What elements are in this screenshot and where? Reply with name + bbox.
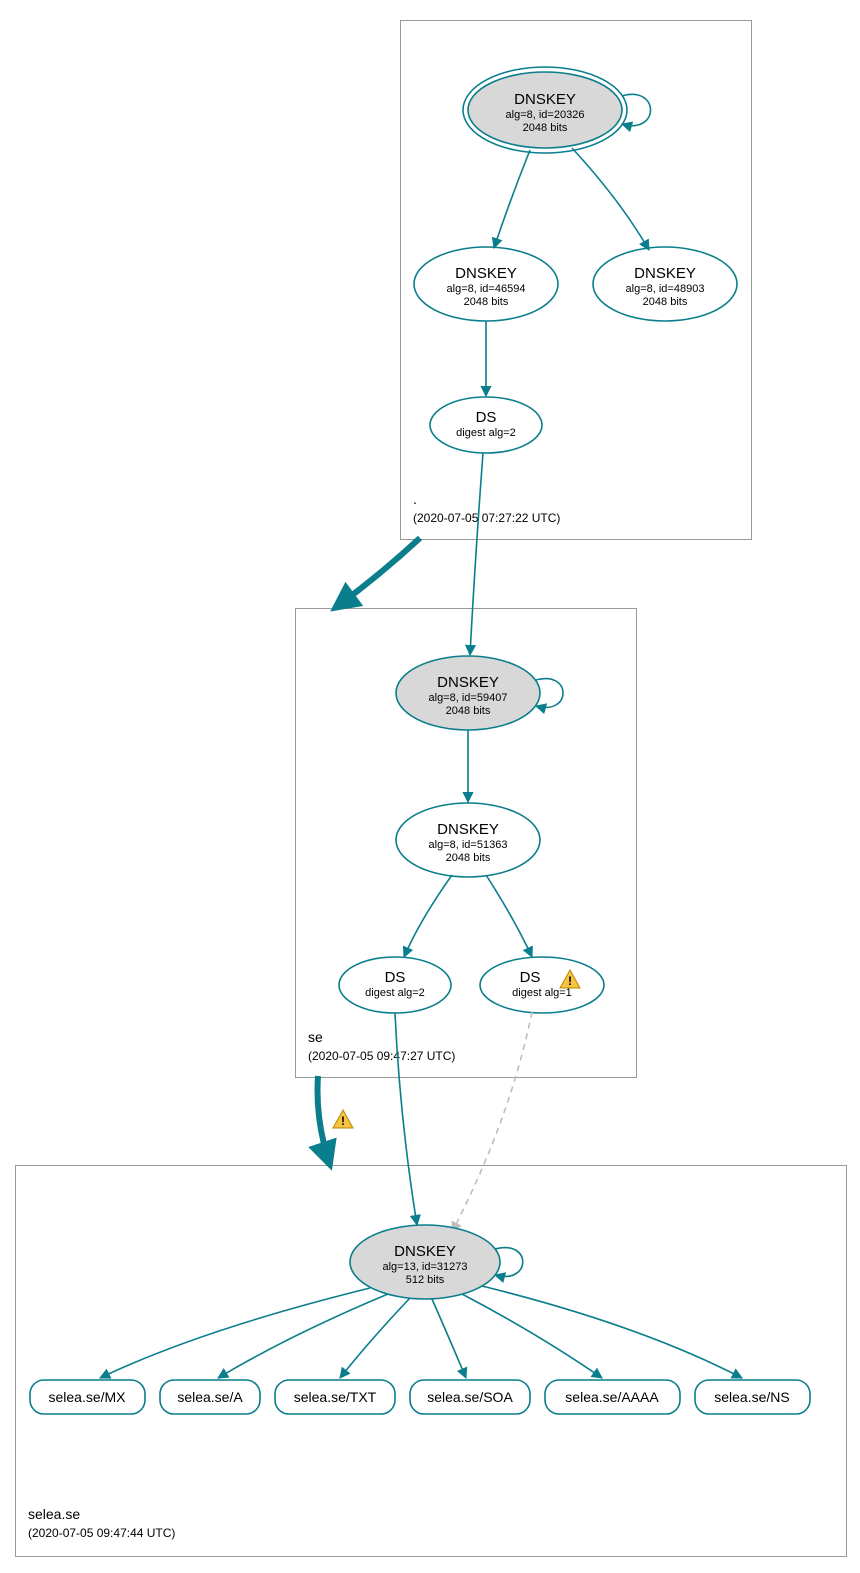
- svg-text:selea.se/A: selea.se/A: [177, 1389, 243, 1405]
- svg-text:alg=13, id=31273: alg=13, id=31273: [382, 1261, 467, 1273]
- edge-ksk-ns: [482, 1286, 742, 1378]
- svg-text:DNSKEY: DNSKEY: [455, 265, 517, 282]
- rr-aaaa: selea.se/AAAA: [545, 1380, 680, 1414]
- warning-icon: !: [333, 1110, 353, 1128]
- graph-svg: DNSKEY alg=8, id=20326 2048 bits DNSKEY …: [0, 0, 860, 1573]
- node-root-ds: DS digest alg=2: [430, 397, 542, 453]
- svg-text:digest alg=2: digest alg=2: [456, 427, 516, 439]
- node-se-ksk: DNSKEY alg=8, id=59407 2048 bits: [396, 656, 540, 730]
- edge-rootksk-zsk2: [572, 148, 649, 250]
- edge-ksk-mx: [100, 1288, 370, 1378]
- node-se-ds1: DS digest alg=2: [339, 957, 451, 1013]
- node-se-zsk: DNSKEY alg=8, id=51363 2048 bits: [396, 803, 540, 877]
- edge-seds1-seleaksk: [395, 1013, 417, 1225]
- svg-text:DNSKEY: DNSKEY: [394, 1243, 456, 1260]
- svg-text:alg=8, id=46594: alg=8, id=46594: [447, 283, 526, 295]
- svg-text:DS: DS: [520, 969, 541, 986]
- svg-text:DNSKEY: DNSKEY: [437, 674, 499, 691]
- edge-seds2-seleaksk: [452, 1012, 532, 1232]
- node-root-ksk: DNSKEY alg=8, id=20326 2048 bits: [463, 67, 627, 153]
- rr-ns: selea.se/NS: [695, 1380, 810, 1414]
- svg-text:2048 bits: 2048 bits: [523, 122, 568, 134]
- edge-rootksk-zsk1: [494, 150, 530, 248]
- node-selea-ksk: DNSKEY alg=13, id=31273 512 bits: [350, 1225, 500, 1299]
- svg-text:DNSKEY: DNSKEY: [634, 265, 696, 282]
- edge-ksk-soa: [432, 1299, 466, 1378]
- edge-rootds-seksk: [470, 453, 483, 655]
- svg-text:selea.se/AAAA: selea.se/AAAA: [565, 1389, 659, 1405]
- node-se-ds2: DS digest alg=1: [480, 957, 604, 1013]
- svg-text:2048 bits: 2048 bits: [446, 705, 491, 717]
- edge-deleg-se-selea: [318, 1076, 331, 1165]
- rr-mx: selea.se/MX: [30, 1380, 145, 1414]
- node-root-zsk2: DNSKEY alg=8, id=48903 2048 bits: [593, 247, 737, 321]
- svg-text:DS: DS: [385, 969, 406, 986]
- edge-ksk-aaaa: [462, 1294, 602, 1378]
- edge-sezsk-ds1: [404, 875, 452, 957]
- svg-text:digest alg=1: digest alg=1: [512, 987, 572, 999]
- svg-text:selea.se/MX: selea.se/MX: [48, 1389, 126, 1405]
- svg-text:selea.se/SOA: selea.se/SOA: [427, 1389, 513, 1405]
- svg-text:alg=8, id=20326: alg=8, id=20326: [506, 109, 585, 121]
- node-root-zsk1: DNSKEY alg=8, id=46594 2048 bits: [414, 247, 558, 321]
- svg-text:selea.se/NS: selea.se/NS: [714, 1389, 789, 1405]
- svg-text:digest alg=2: digest alg=2: [365, 987, 425, 999]
- edge-ksk-a: [218, 1294, 388, 1378]
- svg-text:selea.se/TXT: selea.se/TXT: [294, 1389, 377, 1405]
- rr-a: selea.se/A: [160, 1380, 260, 1414]
- svg-text:alg=8, id=51363: alg=8, id=51363: [429, 839, 508, 851]
- svg-text:DS: DS: [476, 409, 497, 426]
- svg-text:2048 bits: 2048 bits: [464, 296, 509, 308]
- svg-text:DNSKEY: DNSKEY: [514, 91, 576, 108]
- edge-deleg-root-se: [335, 538, 420, 608]
- svg-text:!: !: [341, 1114, 345, 1128]
- svg-text:512 bits: 512 bits: [406, 1274, 445, 1286]
- svg-text:alg=8, id=48903: alg=8, id=48903: [626, 283, 705, 295]
- edge-sezsk-ds2: [486, 875, 532, 957]
- svg-text:2048 bits: 2048 bits: [643, 296, 688, 308]
- svg-text:alg=8, id=59407: alg=8, id=59407: [429, 692, 508, 704]
- svg-text:DNSKEY: DNSKEY: [437, 821, 499, 838]
- svg-text:!: !: [568, 974, 572, 988]
- rr-txt: selea.se/TXT: [275, 1380, 395, 1414]
- rr-soa: selea.se/SOA: [410, 1380, 530, 1414]
- svg-text:2048 bits: 2048 bits: [446, 852, 491, 864]
